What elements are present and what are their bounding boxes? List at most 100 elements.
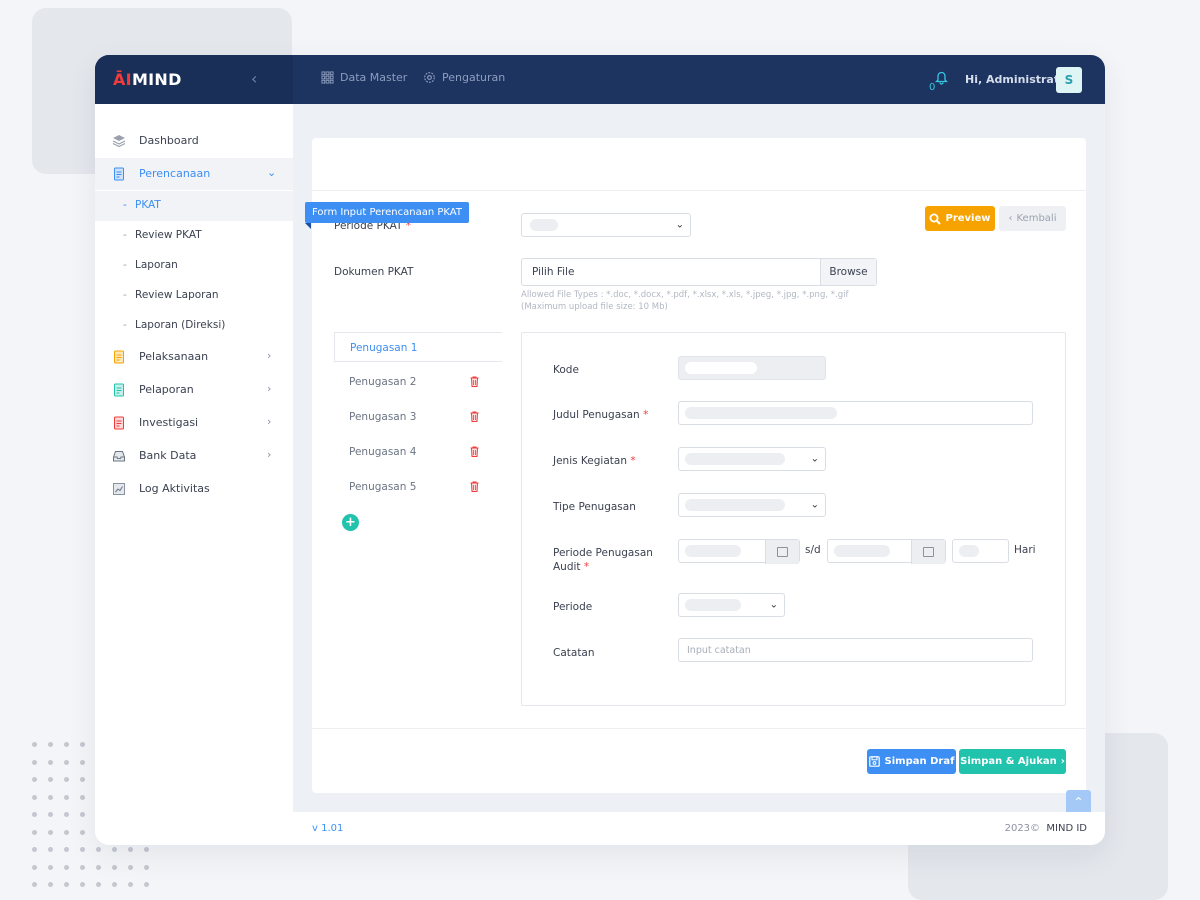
search-icon	[929, 213, 942, 225]
sidebar-item-log-aktivitas[interactable]: Log Aktivitas	[95, 473, 293, 505]
form-title-ribbon: Form Input Perencanaan PKAT	[305, 202, 469, 229]
decorative-dot	[128, 847, 133, 852]
allowed-file-types: Allowed File Types : *.doc, *.docx, *.pd…	[521, 290, 849, 300]
chevron-down-icon: ⌄	[267, 166, 277, 179]
decorative-dot	[64, 829, 69, 835]
sidebar-item-pelaporan[interactable]: Pelaporan ›	[95, 374, 293, 406]
bell-icon[interactable]	[935, 71, 948, 85]
decorative-dot	[32, 777, 37, 782]
sidebar-item-investigasi[interactable]: Investigasi ›	[95, 407, 293, 439]
browse-button[interactable]: Browse	[820, 259, 876, 285]
save-submit-button[interactable]: Simpan & Ajukan ›	[959, 749, 1066, 774]
decorative-dot	[112, 882, 117, 887]
chevron-right-icon: ›	[267, 415, 272, 428]
decorative-dot	[96, 847, 101, 852]
decorative-dot	[64, 742, 69, 747]
decorative-dot	[64, 812, 69, 817]
save-draft-button[interactable]: Simpan Draf	[867, 749, 956, 774]
trash-icon[interactable]	[470, 376, 479, 387]
sidebar-subitem-review-laporan[interactable]: - Review Laporan	[95, 281, 293, 311]
chevron-right-icon: ›	[1060, 756, 1065, 767]
sidebar-subitem-laporan-direksi[interactable]: - Laporan (Direksi)	[95, 311, 293, 341]
top-navbar: ĀIMIND ‹ Data Master Pengaturan 0 Hi, Ad…	[95, 55, 1105, 104]
decorative-dot	[48, 777, 53, 782]
inbox-icon	[113, 451, 125, 462]
decorative-dot	[80, 882, 85, 887]
chevron-down-icon: ⌄	[675, 219, 684, 231]
trash-icon[interactable]	[470, 446, 479, 457]
jenis-kegiatan-select[interactable]: ⌄	[678, 447, 826, 471]
sidebar-item-pelaksanaan[interactable]: Pelaksanaan ›	[95, 341, 293, 373]
preview-button[interactable]: Preview	[925, 206, 995, 231]
calendar-button[interactable]	[765, 540, 799, 564]
decorative-dot	[48, 759, 53, 765]
sidebar-item-label: Perencanaan	[139, 167, 211, 180]
periode-select[interactable]: ⌄	[678, 593, 785, 617]
decorative-dot	[128, 882, 133, 887]
sidebar-subitem-laporan[interactable]: - Laporan	[95, 251, 293, 281]
sidebar-item-perencanaan[interactable]: Perencanaan ⌄	[95, 158, 293, 190]
chevron-down-icon: ⌄	[769, 599, 778, 611]
copyright: 2023© MIND ID	[1004, 823, 1087, 834]
decorative-dot	[80, 742, 85, 747]
layers-icon	[112, 135, 126, 148]
nav-pengaturan[interactable]: Pengaturan	[423, 71, 505, 84]
form-card: Periode PKAT * ⌄ Dokumen PKAT Pilih File…	[312, 138, 1086, 793]
sidebar-collapse-icon[interactable]: ‹	[251, 69, 257, 88]
calendar-button[interactable]	[911, 540, 945, 564]
tipe-penugasan-label: Tipe Penugasan	[553, 501, 636, 513]
decorative-dot	[64, 847, 69, 852]
tab-penugasan-4[interactable]: Penugasan 4	[334, 437, 502, 467]
sidebar-subitem-pkat[interactable]: - PKAT	[95, 191, 293, 221]
app-footer: v 1.01 2023© MIND ID	[293, 812, 1105, 845]
start-date-input[interactable]	[678, 539, 800, 564]
back-button[interactable]: ‹ Kembali	[999, 206, 1066, 231]
days-unit-label: Hari	[1014, 544, 1036, 556]
tipe-penugasan-select[interactable]: ⌄	[678, 493, 826, 517]
sidebar-item-bank-data[interactable]: Bank Data ›	[95, 440, 293, 472]
end-date-input[interactable]	[827, 539, 946, 564]
sidebar-item-label: Pelaporan	[139, 383, 194, 396]
sidebar-subitem-review-pkat[interactable]: - Review PKAT	[95, 221, 293, 251]
decorative-dot	[80, 847, 85, 852]
decorative-dot	[144, 847, 149, 852]
sidebar-item-dashboard[interactable]: Dashboard	[95, 125, 293, 157]
decorative-dot	[144, 882, 149, 887]
periode-pkat-select[interactable]: ⌄	[521, 213, 691, 237]
decorative-dot	[64, 882, 69, 887]
tab-penugasan-3[interactable]: Penugasan 3	[334, 402, 502, 432]
max-upload-size: (Maximum upload file size: 10 Mb)	[521, 302, 668, 312]
add-penugasan-button[interactable]: +	[342, 514, 359, 531]
tab-penugasan-2[interactable]: Penugasan 2	[334, 367, 502, 397]
decorative-dot	[32, 829, 37, 835]
decorative-dot	[32, 812, 37, 817]
file-upload-input[interactable]: Pilih File Browse	[521, 258, 877, 286]
decorative-dot	[48, 847, 53, 852]
avatar[interactable]: S	[1056, 67, 1082, 93]
calendar-icon	[923, 547, 934, 557]
decorative-dot	[80, 794, 85, 800]
trash-icon[interactable]	[470, 481, 479, 492]
nav-data-master[interactable]: Data Master	[321, 71, 407, 84]
dokumen-pkat-label: Dokumen PKAT	[334, 266, 414, 278]
catatan-label: Catatan	[553, 647, 595, 659]
app-logo[interactable]: ĀIMIND	[113, 70, 182, 89]
tab-penugasan-1[interactable]: Penugasan 1	[334, 332, 502, 362]
judul-penugasan-input[interactable]	[678, 401, 1033, 425]
sidebar-item-label: Dashboard	[139, 134, 199, 147]
decorative-dot	[64, 794, 69, 800]
decorative-dot	[32, 882, 37, 887]
decorative-dot	[48, 742, 53, 747]
sidebar: Dashboard Perencanaan ⌄ - PKAT - Review PK…	[95, 104, 293, 845]
decorative-dot	[64, 777, 69, 782]
decorative-dot	[80, 812, 85, 817]
decorative-dot	[32, 794, 37, 800]
trash-icon[interactable]	[470, 411, 479, 422]
decorative-dot	[96, 864, 101, 870]
tab-penugasan-5[interactable]: Penugasan 5	[334, 472, 502, 502]
chevron-down-icon: ⌄	[810, 499, 819, 511]
days-input[interactable]	[952, 539, 1009, 563]
decorative-dot	[80, 864, 85, 870]
decorative-dot	[32, 742, 37, 747]
catatan-input[interactable]: Input catatan	[678, 638, 1033, 662]
